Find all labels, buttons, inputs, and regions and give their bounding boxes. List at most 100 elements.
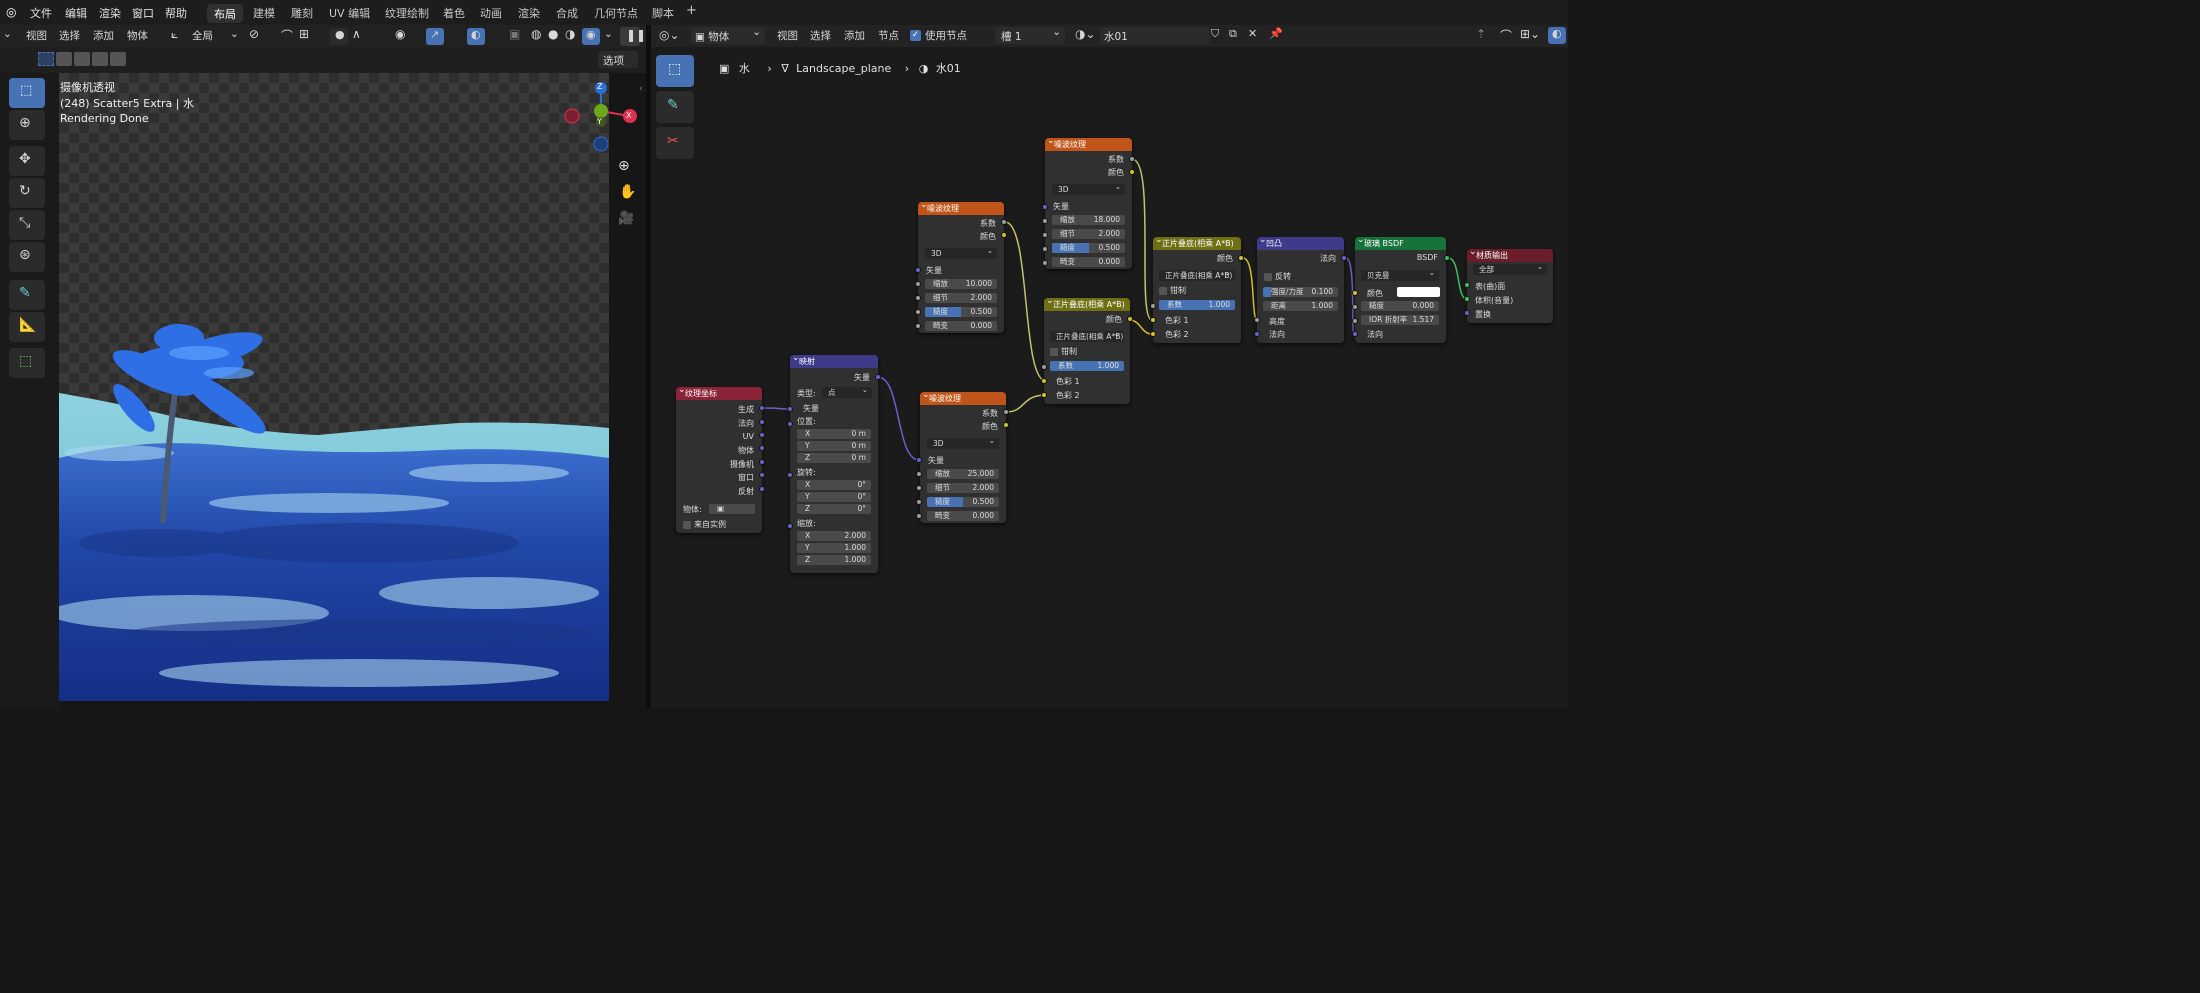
socket[interactable]	[1129, 156, 1135, 162]
scale-field[interactable]: 缩放 25.000	[927, 469, 999, 479]
add-workspace-button[interactable]: +	[686, 3, 697, 18]
socket[interactable]	[1254, 317, 1260, 323]
snap-grid-icon[interactable]: ⊞⌄	[1520, 27, 1540, 41]
blender-logo-icon[interactable]: ◎	[6, 5, 16, 19]
socket[interactable]	[1042, 260, 1048, 266]
roughness-field[interactable]: 糙度 0.000	[1361, 301, 1439, 311]
viewport-menu-view[interactable]: 视图	[26, 28, 47, 43]
xray-icon[interactable]: ▣	[509, 27, 520, 41]
tab-compositing[interactable]: 合成	[556, 5, 578, 21]
socket[interactable]	[1150, 303, 1156, 309]
socket[interactable]	[915, 281, 921, 287]
navigation-gizmo[interactable]: Z Y X ⊕ ✋ 🎥	[560, 78, 642, 238]
socket[interactable]	[1041, 378, 1047, 384]
shading-material-icon[interactable]: ◑	[565, 27, 575, 41]
clamp-checkbox[interactable]: 钳制	[1050, 346, 1077, 357]
socket[interactable]	[759, 405, 765, 411]
node-title[interactable]: 噪波纹理	[920, 392, 1006, 405]
select-mode-invert-icon[interactable]	[92, 52, 108, 66]
socket[interactable]	[787, 523, 793, 529]
rotation-x-field[interactable]: X 0°	[797, 480, 871, 490]
socket[interactable]	[1352, 304, 1358, 310]
node-mix-multiply-1[interactable]: 正片叠底(相乘 A*B) 颜色 正片叠底(相乘 A*B) 钳制 系数1.000 …	[1044, 298, 1130, 404]
socket[interactable]	[1352, 290, 1358, 296]
socket[interactable]	[1352, 331, 1358, 337]
shader-type-dropdown[interactable]: ▣ 物体 ⌄	[691, 26, 765, 44]
chevron-down-icon[interactable]: ⌄	[230, 28, 239, 40]
socket[interactable]	[916, 499, 922, 505]
overlay-toggle-button[interactable]: ◐	[467, 28, 485, 45]
node-bump[interactable]: 凹凸 法向 反转 强度/力度0.100 距离1.000 高度 法向	[1257, 237, 1344, 343]
shading-options-chevron-icon[interactable]: ⌄	[604, 28, 613, 40]
detail-field[interactable]: 细节 2.000	[927, 483, 999, 493]
scale-y-field[interactable]: Y 1.000	[797, 543, 871, 553]
node-title[interactable]: 正片叠底(相乘 A*B)	[1044, 298, 1130, 311]
material-browse-icon[interactable]: ◑⌄	[1075, 27, 1096, 41]
socket[interactable]	[1464, 310, 1470, 316]
node-title[interactable]: 纹理坐标	[676, 387, 762, 400]
socket[interactable]	[1001, 232, 1007, 238]
node-glass-bsdf[interactable]: 玻璃 BSDF BSDF 贝克曼 颜色 糙度0.000 IOR 折射率1.517…	[1355, 237, 1446, 343]
zoom-icon[interactable]: ⊕	[618, 158, 630, 174]
eyedropper-icon[interactable]: ▣	[717, 504, 724, 514]
node-title[interactable]: 噪波纹理	[1045, 138, 1132, 151]
roughness-slider[interactable]: 糙度 0.500	[927, 497, 999, 507]
socket[interactable]	[1041, 364, 1047, 370]
location-y-field[interactable]: Y0 m	[797, 441, 871, 451]
distortion-field[interactable]: 畸变 0.000	[925, 321, 997, 331]
socket[interactable]	[1444, 255, 1450, 261]
rotate-tool-icon[interactable]: ↻	[9, 178, 45, 208]
fac-slider[interactable]: 系数 1.000	[1159, 300, 1235, 310]
roughness-slider[interactable]: 糙度 0.500	[925, 307, 997, 317]
pin-icon[interactable]: 📌	[1269, 27, 1283, 40]
scale-tool-icon[interactable]: ⤡	[9, 210, 45, 240]
shading-wireframe-icon[interactable]: ◍	[531, 27, 541, 41]
move-tool-icon[interactable]: ✥	[9, 146, 45, 176]
socket[interactable]	[875, 374, 881, 380]
socket[interactable]	[1042, 218, 1048, 224]
socket[interactable]	[1352, 318, 1358, 324]
visibility-icon[interactable]: ◉	[395, 27, 405, 41]
cursor-tool-icon[interactable]: ⊕	[9, 110, 45, 140]
options-dropdown[interactable]: 选项	[598, 51, 638, 68]
distortion-field[interactable]: 畸变 0.000	[1052, 257, 1125, 267]
socket[interactable]	[1003, 422, 1009, 428]
menu-render[interactable]: 渲染	[99, 5, 121, 21]
scale-field[interactable]: 缩放 10.000	[925, 279, 997, 289]
rotation-y-field[interactable]: Y 0°	[797, 492, 871, 502]
tab-animation[interactable]: 动画	[480, 5, 502, 21]
scale-z-field[interactable]: Z 1.000	[797, 555, 871, 565]
gizmo-toggle-button[interactable]: ↗	[426, 28, 444, 45]
node-mix-multiply-2[interactable]: 正片叠底(相乘 A*B) 颜色 正片叠底(相乘 A*B) 钳制 系数1.000 …	[1153, 237, 1241, 343]
node-menu-add[interactable]: 添加	[844, 28, 865, 43]
blend-mode-dropdown[interactable]: 正片叠底(相乘 A*B)	[1050, 328, 1124, 342]
node-title[interactable]: 噪波纹理	[918, 202, 1004, 215]
material-name-field[interactable]: 水01	[1100, 27, 1210, 44]
menu-window[interactable]: 窗口	[132, 5, 154, 21]
socket[interactable]	[1042, 232, 1048, 238]
node-menu-select[interactable]: 选择	[810, 28, 831, 43]
socket[interactable]	[916, 471, 922, 477]
node-menu-node[interactable]: 节点	[878, 28, 899, 43]
select-mode-new-icon[interactable]	[38, 52, 54, 66]
snap-target-icon[interactable]: ⊞	[299, 27, 309, 41]
socket[interactable]	[787, 421, 793, 427]
node-editor-canvas[interactable]: ⬚ ✎ ✂ ▣ 水 › ∇ Landscape_plane › ◑ 水01 纹理…	[651, 47, 1568, 708]
color-swatch[interactable]	[1397, 287, 1440, 297]
tab-texture-paint[interactable]: 纹理绘制	[385, 5, 429, 21]
add-cube-tool-icon[interactable]: ⬚	[9, 348, 45, 378]
socket[interactable]	[1127, 316, 1133, 322]
overlay-toggle-button[interactable]: ◐	[1548, 27, 1566, 44]
tab-layout[interactable]: 布局	[207, 4, 243, 23]
snap-icon[interactable]: ⌒	[281, 27, 293, 44]
detail-field[interactable]: 细节 2.000	[1052, 229, 1125, 239]
camera-view-icon[interactable]: 🎥	[618, 211, 634, 226]
dimensions-dropdown[interactable]: 3D	[927, 435, 999, 449]
roughness-slider[interactable]: 糙度 0.500	[1052, 243, 1125, 253]
select-box-tool-icon[interactable]: ⬚	[9, 78, 45, 108]
socket[interactable]	[759, 459, 765, 465]
shading-solid-icon[interactable]: ●	[548, 27, 558, 41]
node-noise-texture-1[interactable]: 噪波纹理 系数 颜色 3D 矢量 缩放10.000 细节2.000 糙度0.50…	[918, 202, 1004, 333]
socket[interactable]	[915, 295, 921, 301]
object-picker-field[interactable]: ▣	[709, 504, 755, 514]
